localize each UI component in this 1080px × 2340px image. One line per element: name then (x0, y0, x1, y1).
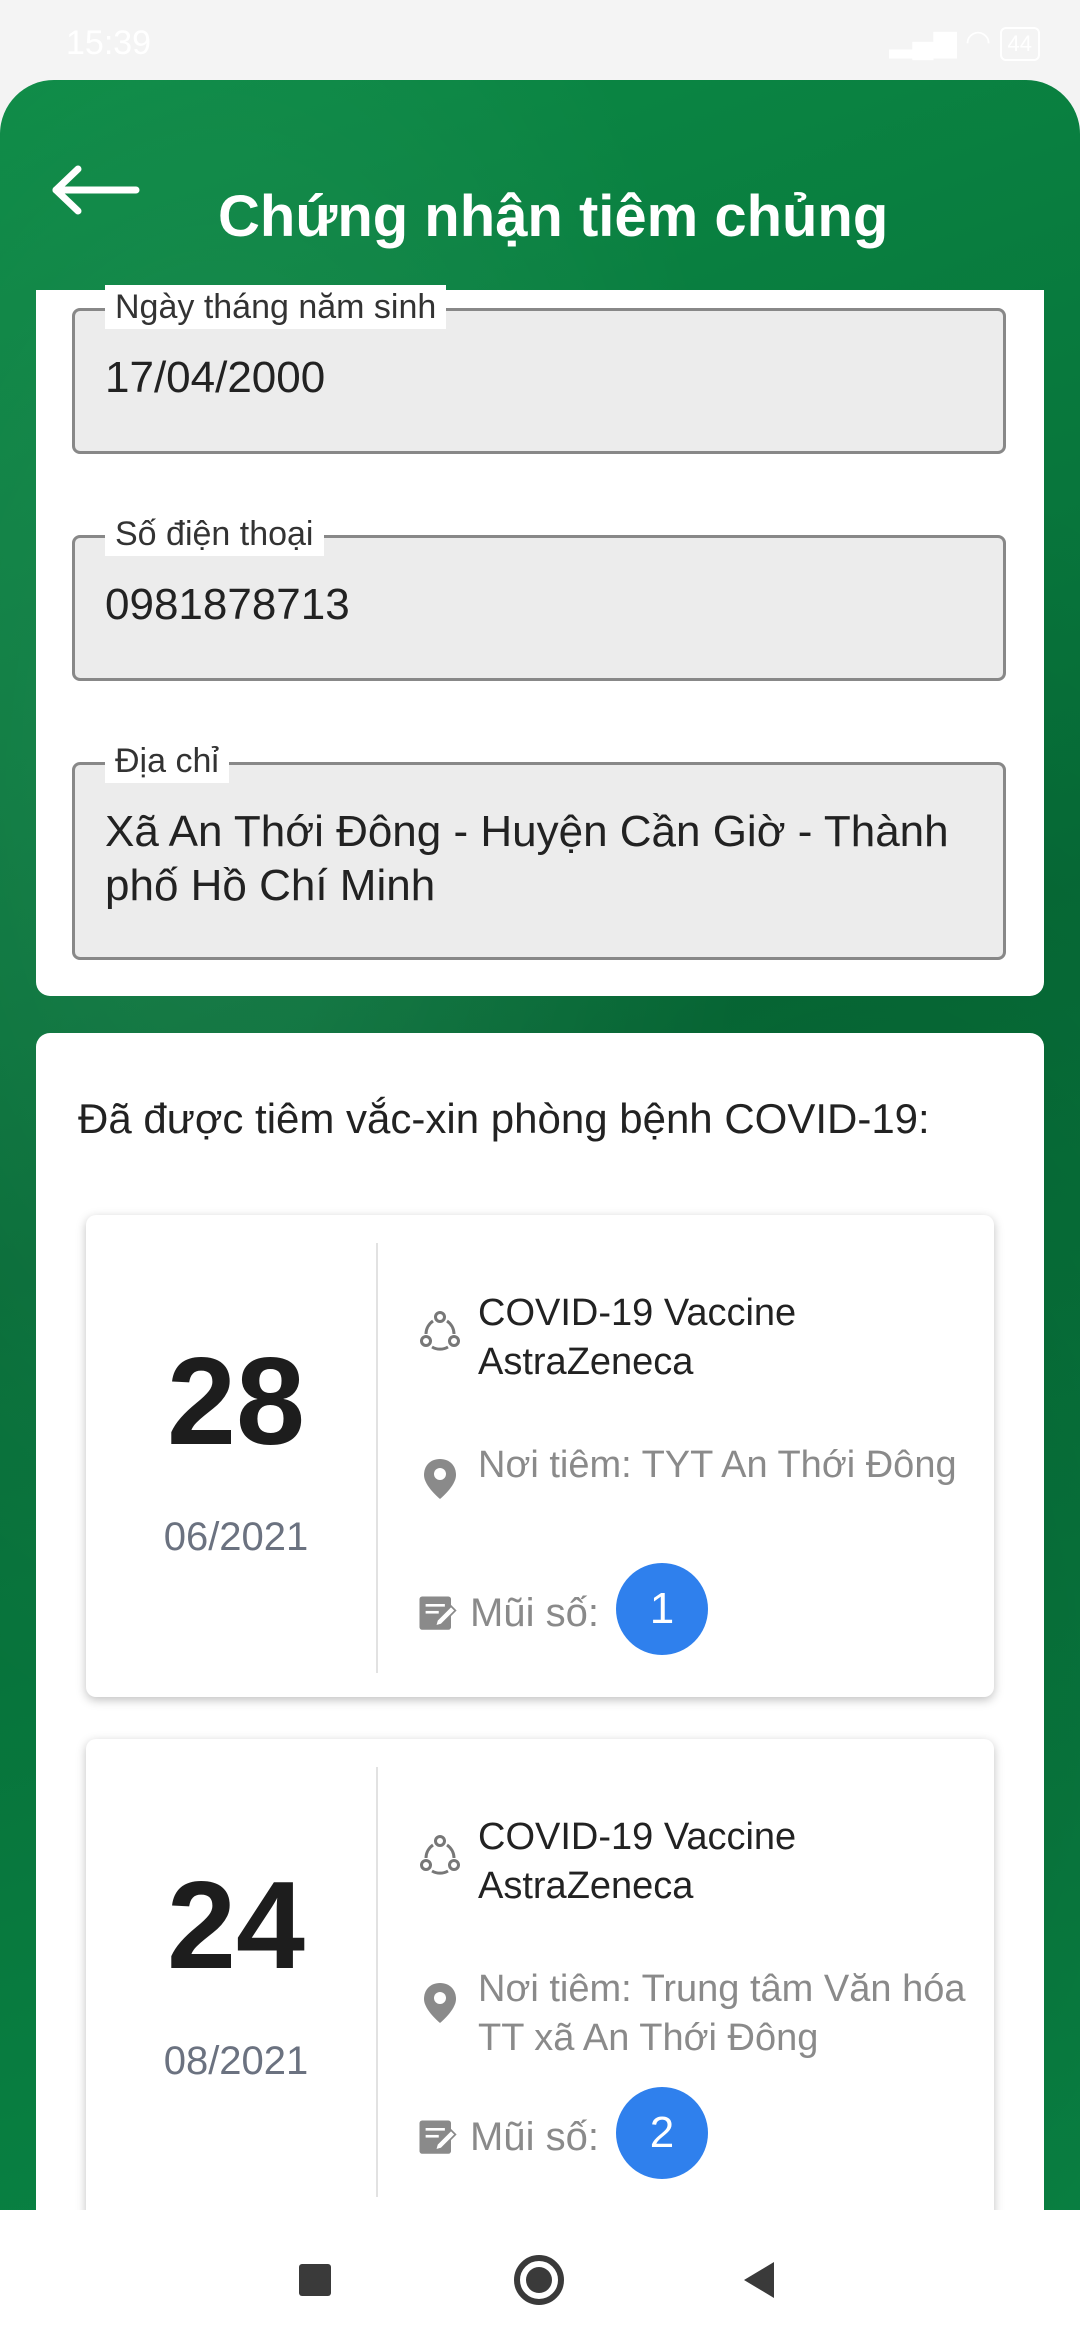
vaccine-name: COVID-19 Vaccine AstraZeneca (478, 1292, 797, 1383)
signal-icon: ▂▄▆ (889, 25, 957, 58)
status-bar: 15:39 ▂▄▆ ◠ 44 (0, 0, 1080, 80)
vaccination-heading: Đã được tiêm vắc-xin phòng bệnh COVID-19… (78, 1095, 930, 1142)
phone-label: Số điện thoại (105, 512, 324, 556)
dob-label: Ngày tháng năm sinh (105, 285, 447, 329)
address-label: Địa chỉ (105, 739, 229, 783)
status-icons: ▂▄▆ ◠ 44 (889, 24, 1040, 61)
dob-value: 17/04/2000 (105, 353, 326, 402)
location-text: Nơi tiêm: Trung tâm Văn hóa TT xã An Thớ… (478, 1968, 966, 2059)
back-nav-button[interactable] (730, 2250, 790, 2310)
dob-field[interactable]: Ngày tháng năm sinh 17/04/2000 (72, 285, 1006, 454)
dose-number-badge: 2 (616, 2087, 708, 2179)
dose-label: Mũi số: (470, 1591, 599, 1635)
edit-note-icon (419, 2120, 457, 2154)
dose-month: 06/2021 (163, 1515, 309, 1559)
vaccine-icon (420, 1311, 460, 1351)
wifi-icon: ◠ (964, 25, 992, 58)
vaccine-name: COVID-19 Vaccine AstraZeneca (478, 1816, 797, 1907)
location-pin-icon (424, 1983, 456, 2023)
vaccination-card: Đã được tiêm vắc-xin phòng bệnh COVID-19… (36, 1033, 1044, 2339)
battery-icon: 44 (999, 27, 1040, 61)
back-button[interactable] (44, 160, 144, 220)
address-field[interactable]: Địa chỉ Xã An Thới Đông - Huyện Cần Giờ … (72, 739, 1006, 960)
phone-value: 0981878713 (105, 580, 350, 629)
edit-note-icon (419, 1596, 457, 1630)
address-value: Xã An Thới Đông - Huyện Cần Giờ - Thành … (105, 807, 949, 910)
back-triangle-icon (744, 2262, 774, 2298)
dose-number-badge: 1 (616, 1563, 708, 1655)
location-pin-icon (424, 1459, 456, 1499)
dose-month: 08/2021 (163, 2039, 309, 2083)
dose-card[interactable]: 28 06/2021 COVID-19 Vaccine AstraZeneca … (86, 1215, 994, 1697)
status-time: 15:39 (66, 24, 152, 62)
page-title: Chứng nhận tiêm chủng (218, 184, 889, 249)
divider (376, 1243, 378, 1673)
vaccine-icon (420, 1835, 460, 1875)
arrow-left-icon (52, 165, 140, 215)
navigation-bar (0, 2210, 1080, 2340)
personal-info-card: Ngày tháng năm sinh 17/04/2000 Số điện t… (36, 285, 1044, 996)
divider (376, 1767, 378, 2197)
home-icon (514, 2255, 564, 2305)
recent-apps-button[interactable] (285, 2250, 345, 2310)
recent-apps-icon (299, 2264, 331, 2296)
location-text: Nơi tiêm: TYT An Thới Đông (478, 1444, 957, 1486)
dose-day: 24 (167, 1857, 305, 1995)
dose-day: 28 (167, 1333, 305, 1471)
phone-field[interactable]: Số điện thoại 0981878713 (72, 512, 1006, 681)
dose-label: Mũi số: (470, 2115, 599, 2159)
home-button[interactable] (509, 2250, 569, 2310)
